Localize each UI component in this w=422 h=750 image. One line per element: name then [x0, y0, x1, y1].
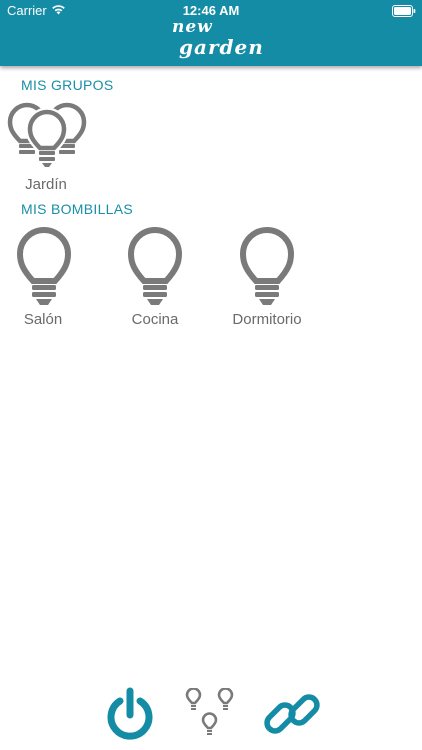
lightbulb-icon — [127, 226, 183, 308]
link-button[interactable] — [262, 684, 322, 744]
bulb-group-icon — [6, 100, 88, 168]
bulb-label: Salón — [23, 311, 63, 328]
bulbs-button[interactable] — [184, 687, 238, 740]
bottom-toolbar — [0, 680, 422, 750]
bulb-label: Dormitorio — [232, 311, 302, 328]
power-button[interactable] — [106, 685, 154, 741]
brand-logo-line2: garden — [179, 35, 264, 59]
bulb-item-cocina[interactable]: Cocina — [122, 226, 188, 330]
group-item-jardin[interactable]: Jardín — [4, 100, 88, 196]
lightbulb-icon — [16, 226, 72, 308]
groups-section-title: MIS GRUPOS — [21, 77, 114, 93]
battery-icon — [392, 5, 416, 17]
status-time: 12:46 AM — [182, 3, 240, 18]
brand-logo: new garden — [150, 17, 272, 65]
bulbs-section-title: MIS BOMBILLAS — [21, 201, 134, 217]
bulb-item-salon[interactable]: Salón — [10, 226, 76, 330]
brand-logo-line1: new — [172, 17, 213, 37]
lightbulb-icon — [239, 226, 295, 308]
group-label: Jardín — [25, 176, 67, 193]
bulb-item-dormitorio[interactable]: Dormitorio — [226, 226, 308, 330]
power-icon — [106, 687, 154, 745]
app-screen: Carrier 12:46 AM new garden MIS GRUPOS J… — [0, 0, 422, 750]
bulbs-icon — [184, 687, 238, 744]
bulb-label: Cocina — [131, 311, 179, 328]
app-header: Carrier 12:46 AM new garden — [0, 0, 422, 66]
link-icon — [262, 694, 322, 748]
